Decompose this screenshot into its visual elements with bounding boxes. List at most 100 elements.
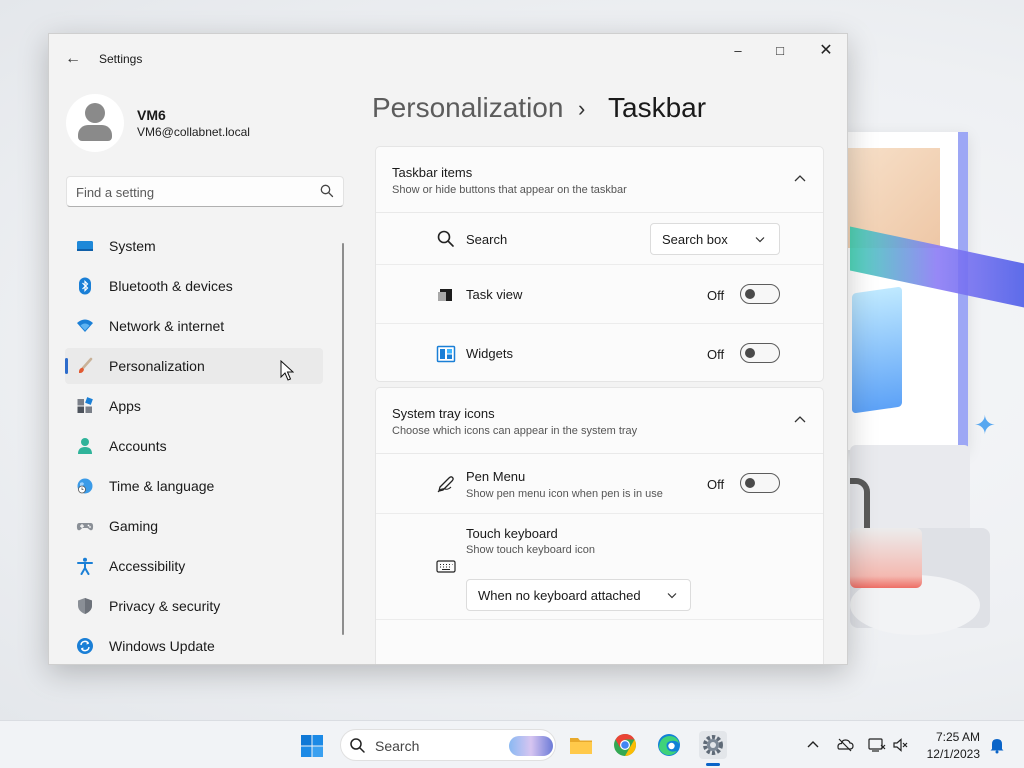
taskbar-file-explorer[interactable] [567,731,595,759]
task-view-toggle[interactable] [740,284,780,304]
breadcrumb-parent[interactable]: Personalization [372,92,563,124]
active-app-indicator [706,763,720,766]
clock-date[interactable]: 12/1/2023 [918,747,980,761]
taskbar-edge[interactable] [655,731,683,759]
search-icon [350,738,365,753]
sidebar-item-label: Time & language [109,478,215,494]
title-bar[interactable]: ← Settings – □ ✕ [49,34,847,82]
sidebar-item-accessibility[interactable]: Accessibility [65,548,323,584]
sidebar-item-network[interactable]: Network & internet [65,308,323,344]
task-view-row: Task view Off [376,265,823,324]
touch-keyboard-row: Touch keyboard Show touch keyboard icon … [376,514,823,620]
user-name: VM6 [137,107,166,123]
sidebar-item-bluetooth[interactable]: Bluetooth & devices [65,268,323,304]
sidebar-item-label: Apps [109,398,141,414]
sidebar-scrollbar[interactable] [342,243,344,635]
chevron-up-icon[interactable] [794,174,806,182]
chevron-up-icon[interactable] [804,736,822,754]
edge-icon [658,734,680,756]
user-email: VM6@collabnet.local [137,125,250,139]
section-subtitle: Choose which icons can appear in the sys… [392,425,638,437]
sidebar-item-label: Network & internet [109,318,225,334]
search-icon[interactable] [319,183,335,199]
update-icon [77,638,93,654]
maximize-button[interactable]: □ [765,42,795,60]
row-label: Task view [466,287,523,302]
shield-icon [78,598,92,614]
sidebar-item-label: Bluetooth & devices [109,278,233,294]
sparkle-icon: ✦ [974,410,996,440]
sidebar-item-privacy[interactable]: Privacy & security [65,588,323,624]
sidebar-item-accounts[interactable]: Accounts [65,428,323,464]
settings-window: ← Settings – □ ✕ VM6 VM6@collabnet.local… [48,33,848,665]
network-icon[interactable] [868,736,886,754]
toggle-state-label: Off [707,288,725,303]
toggle-knob [745,478,755,488]
pen-menu-row: Pen Menu Show pen menu icon when pen is … [376,454,823,514]
dropdown-value: When no keyboard attached [478,588,641,603]
search-box[interactable] [66,176,344,207]
wallpaper-lock-shackle [850,478,870,530]
taskbar-items-header[interactable]: Taskbar items Show or hide buttons that … [376,147,823,213]
wifi-icon [77,319,93,332]
sidebar-item-label: Accessibility [109,558,186,574]
apps-icon [77,397,93,413]
globe-clock-icon [77,478,93,494]
toggle-knob [745,348,755,358]
section-subtitle: Show or hide buttons that appear on the … [392,184,627,196]
clock-time[interactable]: 7:25 AM [924,730,980,744]
row-label: Pen Menu [466,469,526,484]
bluetooth-icon [79,277,91,295]
accessibility-icon [77,557,93,575]
sidebar-item-label: Accounts [109,438,167,454]
taskbar-items-section: Taskbar items Show or hide buttons that … [375,146,824,382]
section-title: Taskbar items [392,165,473,180]
system-tray-icons-section: System tray icons Choose which icons can… [375,387,824,664]
widgets-row: Widgets Off [376,324,823,382]
pen-menu-toggle[interactable] [740,473,780,493]
os-taskbar: Search 7:25 AM 12/1/2023 [0,720,1024,768]
close-button[interactable]: ✕ [811,42,841,60]
row-label: Widgets [466,346,513,361]
wallpaper-lock [850,528,922,588]
avatar[interactable] [66,94,124,152]
chrome-icon [614,734,636,756]
task-view-icon [438,289,452,301]
mouse-cursor-icon [280,360,294,381]
volume-muted-icon[interactable] [892,736,910,754]
back-button[interactable]: ← [63,49,83,69]
sidebar-item-apps[interactable]: Apps [65,388,323,424]
search-highlight-art [509,736,553,756]
dropdown-value: Search box [662,232,728,247]
toggle-state-label: Off [707,477,725,492]
brush-icon [78,357,93,374]
search-mode-dropdown[interactable]: Search box [650,223,780,255]
chevron-down-icon [755,237,765,243]
sidebar-item-time-language[interactable]: Time & language [65,468,323,504]
search-icon [437,230,454,247]
avatar-head [85,103,105,123]
taskbar-chrome[interactable] [611,731,639,759]
onedrive-offline-icon[interactable] [836,736,854,754]
search-input[interactable] [76,183,306,201]
sidebar-item-gaming[interactable]: Gaming [65,508,323,544]
system-tray-icons-header[interactable]: System tray icons Choose which icons can… [376,388,823,454]
gear-icon [703,735,723,755]
taskbar-settings[interactable] [699,731,727,759]
chevron-down-icon [667,593,677,599]
minimize-button[interactable]: – [723,42,753,60]
person-icon [78,438,92,454]
chevron-up-icon[interactable] [794,415,806,423]
sidebar-item-system[interactable]: System [65,228,323,264]
touch-keyboard-dropdown[interactable]: When no keyboard attached [466,579,691,611]
sidebar-item-windows-update[interactable]: Windows Update [65,628,323,664]
sidebar-item-label: System [109,238,156,254]
avatar-body [78,125,112,141]
notification-bell-icon[interactable] [988,736,1006,754]
windows-start-icon[interactable] [300,734,324,758]
taskbar-search[interactable]: Search [340,729,556,761]
monitor-icon [77,241,93,251]
taskbar-search-label: Search [375,738,420,754]
window-title: Settings [99,52,143,66]
widgets-toggle[interactable] [740,343,780,363]
